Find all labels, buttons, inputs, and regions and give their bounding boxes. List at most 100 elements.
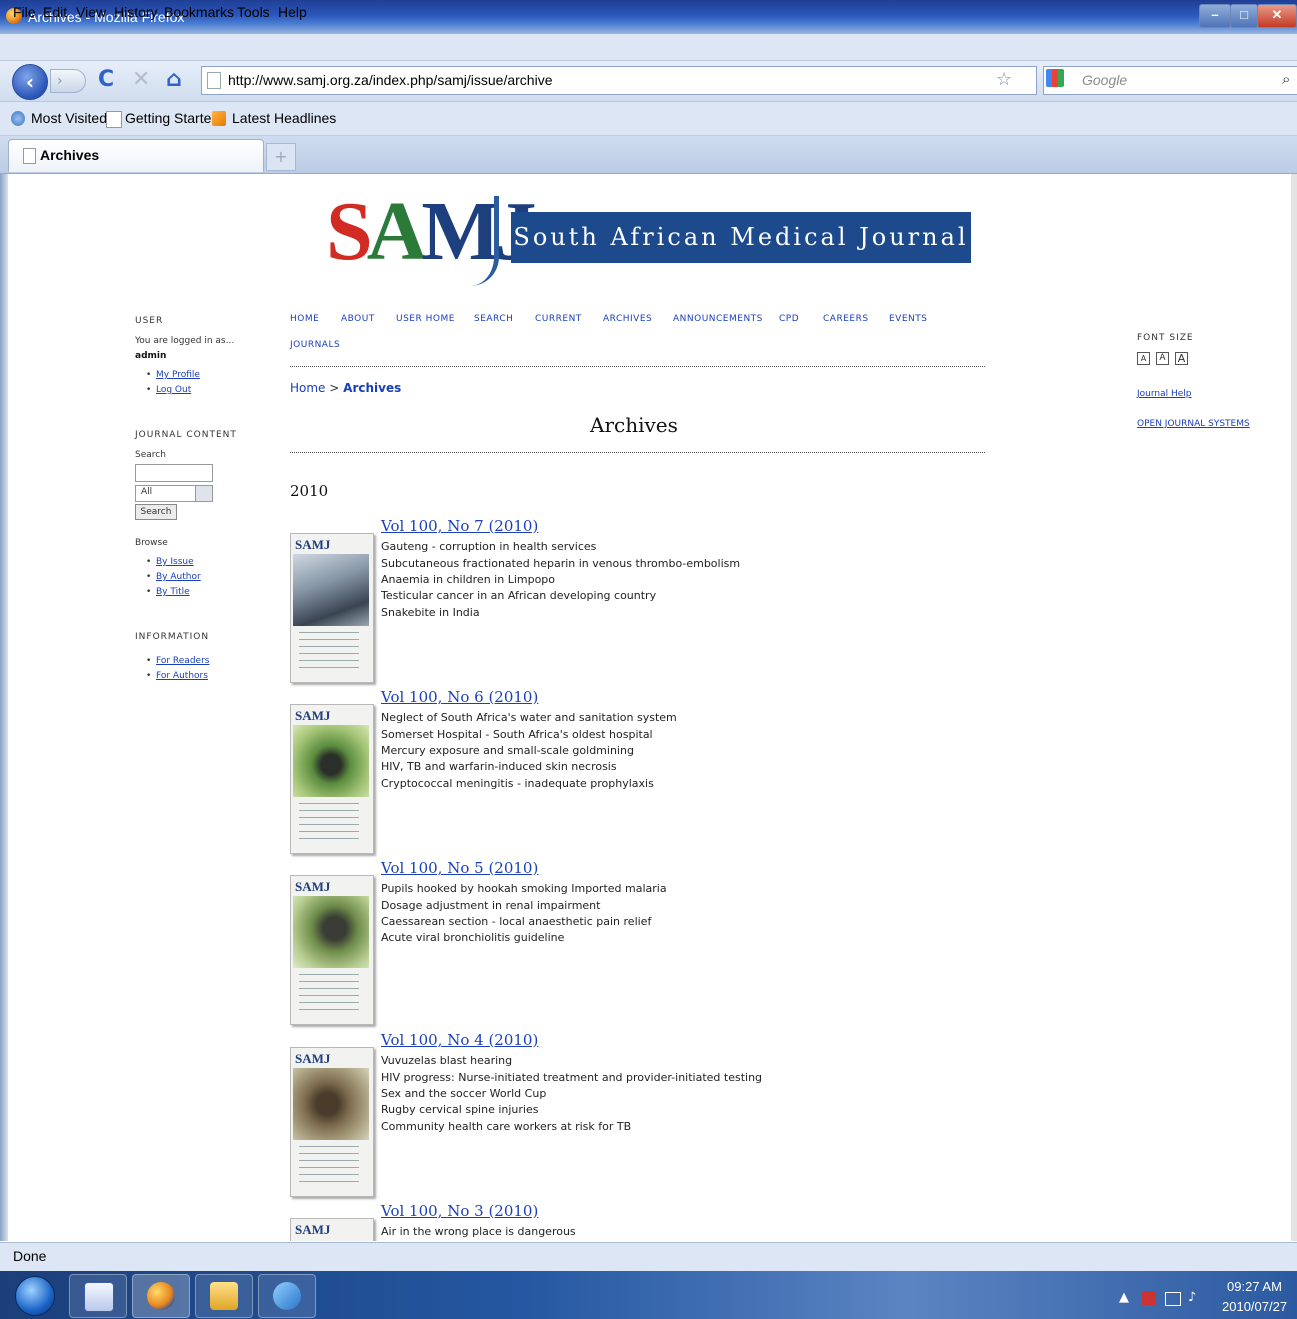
- breadcrumb-home[interactable]: Home: [290, 381, 325, 395]
- cover-logo: SAMJ: [295, 708, 331, 723]
- font-size-large-button[interactable]: A: [1175, 352, 1188, 365]
- issue-article: Somerset Hospital - South Africa's oldes…: [381, 728, 653, 741]
- issue-article: Cryptococcal meningitis - inadequate pro…: [381, 777, 654, 790]
- page-icon: [106, 111, 122, 128]
- issue-article: Pupils hooked by hookah smoking Imported…: [381, 882, 667, 895]
- clock-time[interactable]: 09:27 AM: [1227, 1279, 1282, 1294]
- nav-archives[interactable]: ARCHIVES: [603, 314, 652, 324]
- bookmark-latest-headlines[interactable]: Latest Headlines: [232, 110, 336, 126]
- issue-article: Community health care workers at risk fo…: [381, 1120, 632, 1133]
- nav-about[interactable]: ABOUT: [341, 314, 375, 324]
- issue-title-link[interactable]: Vol 100, No 7 (2010): [381, 517, 538, 535]
- issue-item: SAMJ Vol 100, No 4 (2010) Vuvuzelas blas…: [290, 1031, 990, 1197]
- nav-announcements[interactable]: ANNOUNCEMENTS: [673, 314, 763, 324]
- breadcrumb-current[interactable]: Archives: [343, 381, 401, 395]
- back-button[interactable]: ‹: [12, 64, 48, 100]
- google-icon[interactable]: [1046, 69, 1064, 87]
- menu-history[interactable]: History: [114, 4, 158, 20]
- menu-tools[interactable]: Tools: [237, 4, 270, 20]
- menu-bookmarks[interactable]: Bookmarks: [164, 4, 234, 20]
- issue-title-link[interactable]: Vol 100, No 5 (2010): [381, 859, 538, 877]
- cover-logo: SAMJ: [295, 879, 331, 894]
- reload-icon[interactable]: C: [98, 67, 114, 93]
- clock-date[interactable]: 2010/07/27: [1222, 1299, 1287, 1314]
- tray-expand-icon[interactable]: ▲: [1119, 1290, 1129, 1305]
- menu-file[interactable]: File: [13, 4, 36, 20]
- page-title: Archives: [590, 413, 678, 437]
- home-icon[interactable]: ⌂: [166, 67, 182, 93]
- magnifier-icon[interactable]: ⌕: [1282, 70, 1290, 88]
- issue-article: Dosage adjustment in renal impairment: [381, 899, 601, 912]
- maximize-button[interactable]: □: [1230, 4, 1258, 28]
- new-tab-button[interactable]: +: [266, 143, 296, 171]
- nav-careers[interactable]: CAREERS: [823, 314, 869, 324]
- taskbar-word[interactable]: [69, 1274, 127, 1318]
- action-center-icon[interactable]: [1142, 1291, 1156, 1305]
- url-bar[interactable]: http://www.samj.org.za/index.php/samj/is…: [201, 66, 1037, 95]
- font-size-medium-button[interactable]: A: [1156, 352, 1169, 365]
- username: admin: [135, 351, 167, 361]
- bookmark-star-icon[interactable]: ☆: [996, 69, 1012, 90]
- taskbar-app[interactable]: [258, 1274, 316, 1318]
- log-out-link[interactable]: Log Out: [146, 385, 191, 395]
- cover-photo: [293, 896, 369, 968]
- bookmark-getting-started[interactable]: Getting Started: [125, 110, 219, 126]
- issue-title-link[interactable]: Vol 100, No 4 (2010): [381, 1031, 538, 1049]
- issue-title-link[interactable]: Vol 100, No 3 (2010): [381, 1202, 538, 1220]
- issue-article: HIV progress: Nurse-initiated treatment …: [381, 1071, 763, 1084]
- issue-cover-image[interactable]: SAMJ: [290, 704, 374, 854]
- browse-by-author-link[interactable]: By Author: [146, 572, 201, 582]
- taskbar-firefox[interactable]: [132, 1274, 190, 1318]
- nav-search[interactable]: SEARCH: [474, 314, 513, 324]
- cover-logo: SAMJ: [295, 537, 331, 552]
- search-scope-select[interactable]: All: [135, 485, 213, 502]
- browse-by-issue-link[interactable]: By Issue: [146, 557, 194, 567]
- issue-article: Gauteng - corruption in health services: [381, 540, 597, 553]
- tab-archives[interactable]: Archives: [8, 139, 264, 172]
- issue-article: Vuvuzelas blast hearing: [381, 1054, 513, 1067]
- font-size-small-button[interactable]: A: [1137, 352, 1150, 365]
- journal-help-link[interactable]: Journal Help: [1137, 389, 1192, 399]
- open-journal-systems-link[interactable]: OPEN JOURNAL SYSTEMS: [1137, 419, 1250, 429]
- forward-button[interactable]: ›: [50, 69, 86, 93]
- search-button[interactable]: Search: [135, 504, 177, 520]
- stop-icon[interactable]: ✕: [132, 67, 150, 93]
- font-size-heading: FONT SIZE: [1137, 333, 1194, 343]
- network-icon[interactable]: [1165, 1292, 1181, 1306]
- menu-edit[interactable]: Edit: [43, 4, 67, 20]
- issue-title-link[interactable]: Vol 100, No 6 (2010): [381, 688, 538, 706]
- bookmark-most-visited[interactable]: Most Visited: [31, 110, 107, 126]
- close-window-button[interactable]: ✕: [1257, 4, 1297, 28]
- nav-user-home[interactable]: USER HOME: [396, 314, 455, 324]
- breadcrumb-separator: >: [329, 381, 340, 395]
- issue-cover-image[interactable]: SAMJ: [290, 1047, 374, 1197]
- issue-cover-image[interactable]: SAMJ: [290, 1218, 374, 1241]
- issue-article: Sex and the soccer World Cup: [381, 1087, 547, 1100]
- nav-current[interactable]: CURRENT: [535, 314, 582, 324]
- browse-label: Browse: [135, 538, 168, 548]
- status-text: Done: [13, 1248, 47, 1264]
- nav-home[interactable]: HOME: [290, 314, 319, 324]
- issue-cover-image[interactable]: SAMJ: [290, 875, 374, 1025]
- start-button[interactable]: [15, 1276, 55, 1316]
- search-scope-value: All: [141, 487, 153, 497]
- minimize-button[interactable]: –: [1199, 4, 1231, 28]
- my-profile-link[interactable]: My Profile: [146, 370, 200, 380]
- page-scrollbar[interactable]: [1291, 174, 1297, 1241]
- rss-feed-icon: [212, 111, 226, 126]
- divider: [290, 366, 985, 367]
- nav-cpd[interactable]: CPD: [779, 314, 799, 324]
- menu-view[interactable]: View: [76, 4, 106, 20]
- for-authors-link[interactable]: For Authors: [146, 671, 208, 681]
- nav-journals[interactable]: JOURNALS: [290, 340, 340, 350]
- menu-bar: [0, 34, 1297, 61]
- issue-cover-image[interactable]: SAMJ: [290, 533, 374, 683]
- for-readers-link[interactable]: For Readers: [146, 656, 210, 666]
- volume-icon[interactable]: ♪: [1188, 1290, 1196, 1305]
- taskbar-explorer[interactable]: [195, 1274, 253, 1318]
- browse-by-title-link[interactable]: By Title: [146, 587, 190, 597]
- menu-help[interactable]: Help: [278, 4, 307, 20]
- nav-events[interactable]: EVENTS: [889, 314, 927, 324]
- journal-search-input[interactable]: [135, 464, 213, 482]
- cover-photo: [293, 1068, 369, 1140]
